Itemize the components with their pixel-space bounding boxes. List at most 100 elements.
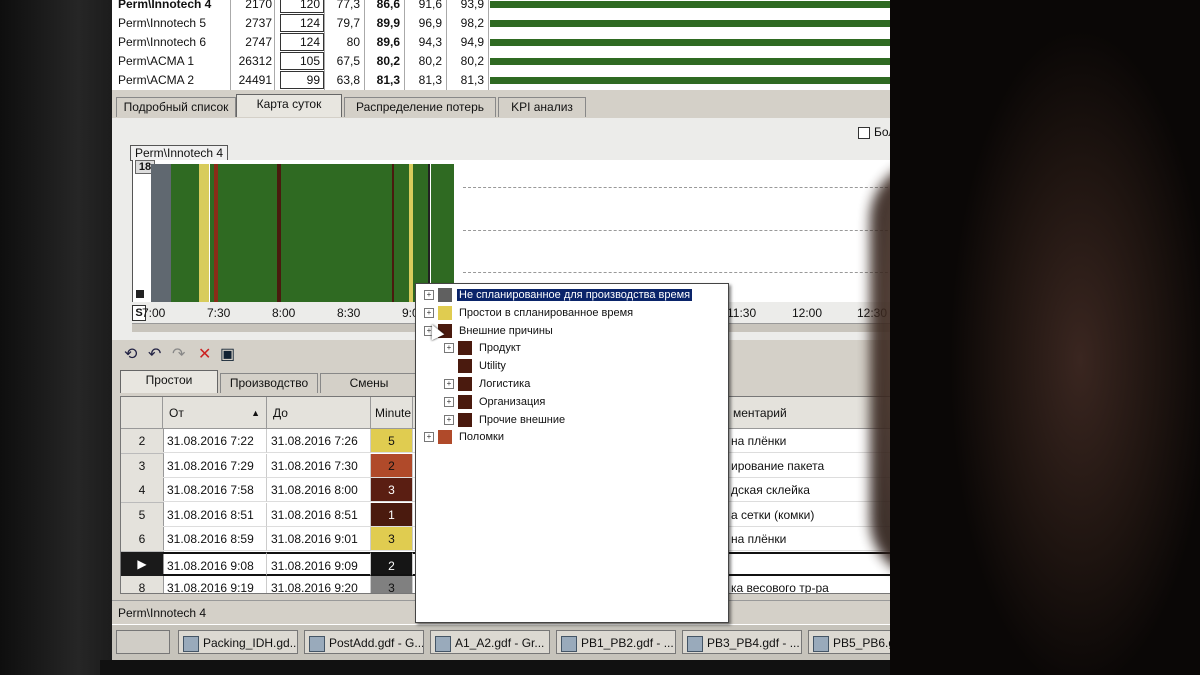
color-swatch-icon [438,305,452,320]
row-value: 94,9 [460,35,484,49]
color-swatch-icon [458,412,472,427]
color-swatch-icon [438,288,452,303]
to-cell: 31.08.2016 7:30 [267,453,371,478]
timeline-segment-planned-idle[interactable] [198,164,210,302]
summary-row[interactable]: Perm\Innotech 6 2747 124 80 89,6 94,3 94… [112,33,912,52]
tree-item-label: Поломки [459,431,504,444]
color-swatch-icon [458,341,472,356]
undo-icon[interactable]: ↶ [148,347,161,363]
taskbar-item[interactable]: PostAdd.gdf - G... [304,630,424,654]
from-cell: 31.08.2016 7:58 [163,478,267,502]
timeline-segment-production[interactable] [170,164,199,302]
from-cell: 31.08.2016 8:59 [163,527,267,551]
row-value: 80,2 [376,54,400,68]
row-value: 2747 [245,35,272,49]
expand-icon[interactable]: + [424,290,434,301]
tab-downtime[interactable]: Простои [120,370,218,393]
from-cell: 31.08.2016 8:51 [163,502,267,527]
x-tick-label: 7:00 [142,306,166,320]
minutes-cell: 3 [371,527,413,551]
expand-icon[interactable]: + [444,396,454,407]
taskbar-item[interactable]: PB3_PB4.gdf - ... [682,630,802,654]
sort-arrow-icon: ▲ [251,408,260,418]
timeline-segment-production[interactable] [413,164,429,302]
taskbar-item[interactable]: A1_A2.gdf - Gr... [430,630,550,654]
taskbar-item-label: Packing_IDH.gd... [203,636,298,650]
expand-icon[interactable]: + [444,379,454,390]
tree-item[interactable]: + Логистика [444,376,532,393]
tree-item[interactable]: Utility [444,358,508,375]
expand-icon[interactable]: + [424,307,434,318]
tab-kpi-analysis[interactable]: KPI анализ [498,97,586,117]
reason-tree-popup[interactable]: + Не спланированное для производства врем… [415,283,729,623]
timeline-segment-unplanned[interactable] [151,164,171,302]
row-value: 89,6 [376,35,400,49]
tab-detailed-list[interactable]: Подробный список [116,97,236,117]
tree-item-label: Внешние причины [459,324,553,337]
row-number: 5 [121,502,164,528]
row-value: 93,9 [460,0,484,11]
to-header[interactable]: До [267,397,371,429]
view-tabs: Подробный список Карта суток Распределен… [112,94,912,118]
row-number: 8 [121,576,164,593]
taskbar-item[interactable]: Packing_IDH.gd... [178,630,298,654]
tab-day-map[interactable]: Карта суток [236,94,342,117]
timeline-segment-production[interactable] [281,164,392,302]
row-value: 96,9 [418,16,442,30]
row-number: 3 [121,453,164,479]
tree-item-label: Логистика [479,378,531,390]
to-cell: 31.08.2016 7:26 [267,429,371,453]
from-cell: 31.08.2016 9:19 [163,576,267,593]
row-value: 94,3 [418,35,442,49]
row-number-header [121,397,163,429]
from-cell: 31.08.2016 9:08 [163,551,267,576]
tree-item[interactable]: + Организация [444,394,547,411]
row-value: 2170 [245,0,272,11]
start-area[interactable] [116,630,170,654]
x-tick-label: 8:00 [272,306,296,320]
row-value: 80 [346,35,360,49]
expand-icon[interactable]: + [444,414,454,425]
row-value: 80,2 [460,54,484,68]
timeline-segment-production[interactable] [393,164,409,302]
summary-row[interactable]: Perm\Innotech 4 2170 120 77,3 86,6 91,6 … [112,0,912,14]
row-value: 89,9 [376,16,400,30]
tree-item[interactable]: + Прочие внешние [444,412,567,429]
row-value: 77,3 [336,0,360,11]
timeline-segment-production[interactable] [218,164,277,302]
monitor-bezel [0,0,112,675]
row-value: 81,3 [418,73,442,87]
current-row-arrow-icon: ▶ [121,551,164,577]
delete-icon[interactable]: ✕ [198,347,211,363]
oee-bar [490,39,910,46]
minutes-header[interactable]: Minute [371,397,413,429]
expand-icon[interactable]: + [424,432,434,443]
summary-row[interactable]: Perm\ACMA 1 26312 105 67,5 80,2 80,2 80,… [112,52,912,71]
minutes-cell: 3 [371,576,413,593]
tab-production[interactable]: Производство [220,373,318,393]
tree-item[interactable]: + Не спланированное для производства врем… [424,287,693,304]
tree-item[interactable]: + Продукт [444,340,523,357]
summary-row[interactable]: Perm\ACMA 2 24491 99 63,8 81,3 81,3 81,3 [112,71,912,90]
taskbar-item[interactable]: PB1_PB2.gdf - ... [556,630,676,654]
taskbar: Packing_IDH.gd... PostAdd.gdf - G... A1_… [112,624,912,660]
document-icon [813,635,829,652]
tab-loss-distribution[interactable]: Распределение потерь [344,97,496,117]
from-header[interactable]: От ▲ [163,397,267,429]
tree-item[interactable]: + Внешние причины [424,323,555,340]
x-tick-label: 12:00 [792,306,823,320]
large-checkbox[interactable] [858,127,870,139]
undo-all-icon[interactable]: ⟲ [124,347,137,363]
summary-row[interactable]: Perm\Innotech 5 2737 124 79,7 89,9 96,9 … [112,14,912,33]
x-tick-label: 8:30 [337,306,361,320]
tree-item[interactable]: + Поломки [424,429,506,446]
save-icon[interactable]: ▣ [220,347,235,363]
timeline-segment-production[interactable] [430,164,455,302]
document-icon [687,635,703,652]
timeline-plot[interactable]: 18 [132,160,903,302]
tab-shifts[interactable]: Смены [320,373,418,393]
row-number: 6 [121,527,164,552]
tree-item[interactable]: + Простои в спланированное время [424,305,635,322]
expand-icon[interactable]: + [444,343,454,354]
redo-icon[interactable]: ↷ [172,347,185,363]
